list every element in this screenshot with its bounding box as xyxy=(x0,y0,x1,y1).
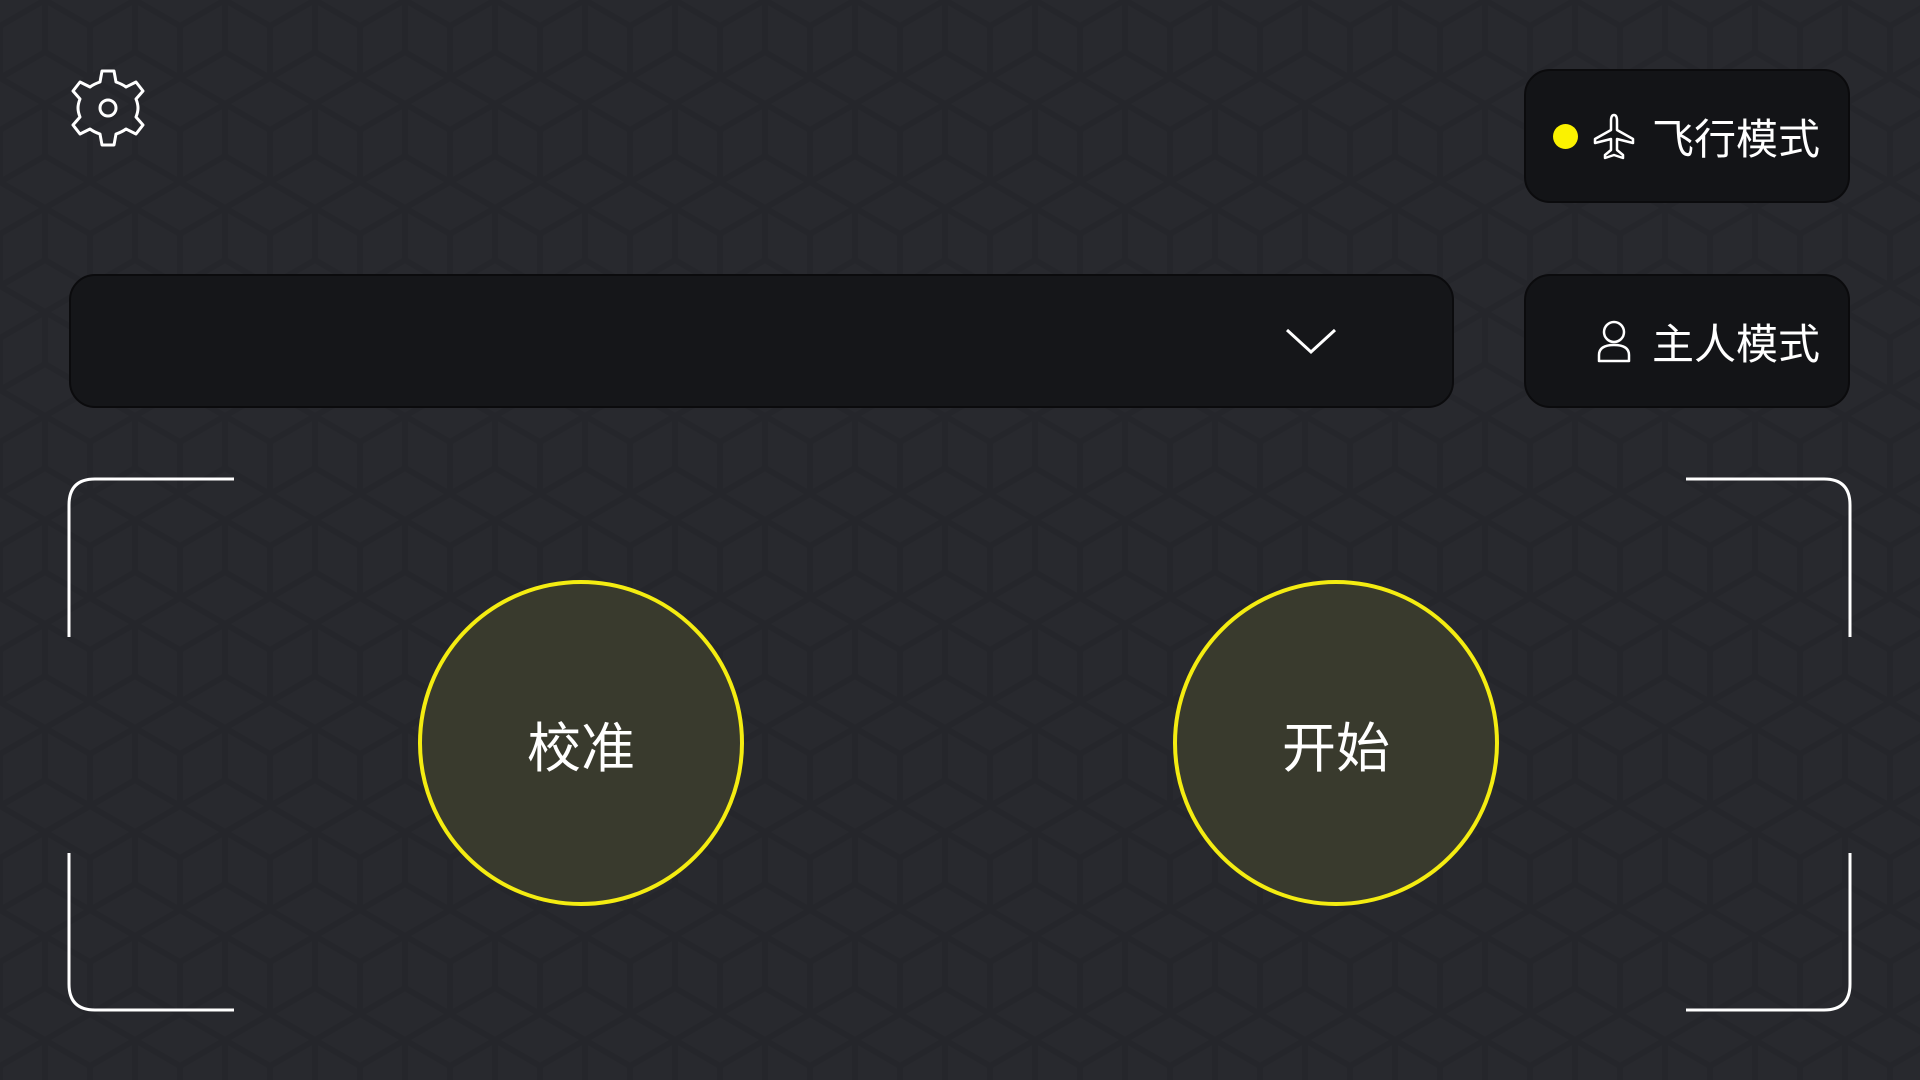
airplane-icon xyxy=(1592,112,1636,160)
calibrate-button[interactable]: 校准 xyxy=(418,580,744,906)
flight-mode-button[interactable]: 飞行模式 xyxy=(1524,69,1850,203)
flight-mode-label: 飞行模式 xyxy=(1651,114,1820,164)
person-icon xyxy=(1592,317,1636,365)
start-button[interactable]: 开始 xyxy=(1173,580,1499,906)
device-dropdown[interactable] xyxy=(69,274,1454,408)
gear-icon xyxy=(71,69,145,147)
app-screen: 飞行模式 主人模式 校准 开始 xyxy=(0,0,1920,1080)
owner-mode-label: 主人模式 xyxy=(1651,319,1820,369)
start-label: 开始 xyxy=(1282,716,1390,780)
calibrate-label: 校准 xyxy=(527,716,635,780)
status-dot xyxy=(1552,123,1578,149)
owner-mode-button[interactable]: 主人模式 xyxy=(1524,274,1850,408)
chevron-down-icon xyxy=(1285,328,1337,355)
settings-button[interactable] xyxy=(67,67,149,149)
